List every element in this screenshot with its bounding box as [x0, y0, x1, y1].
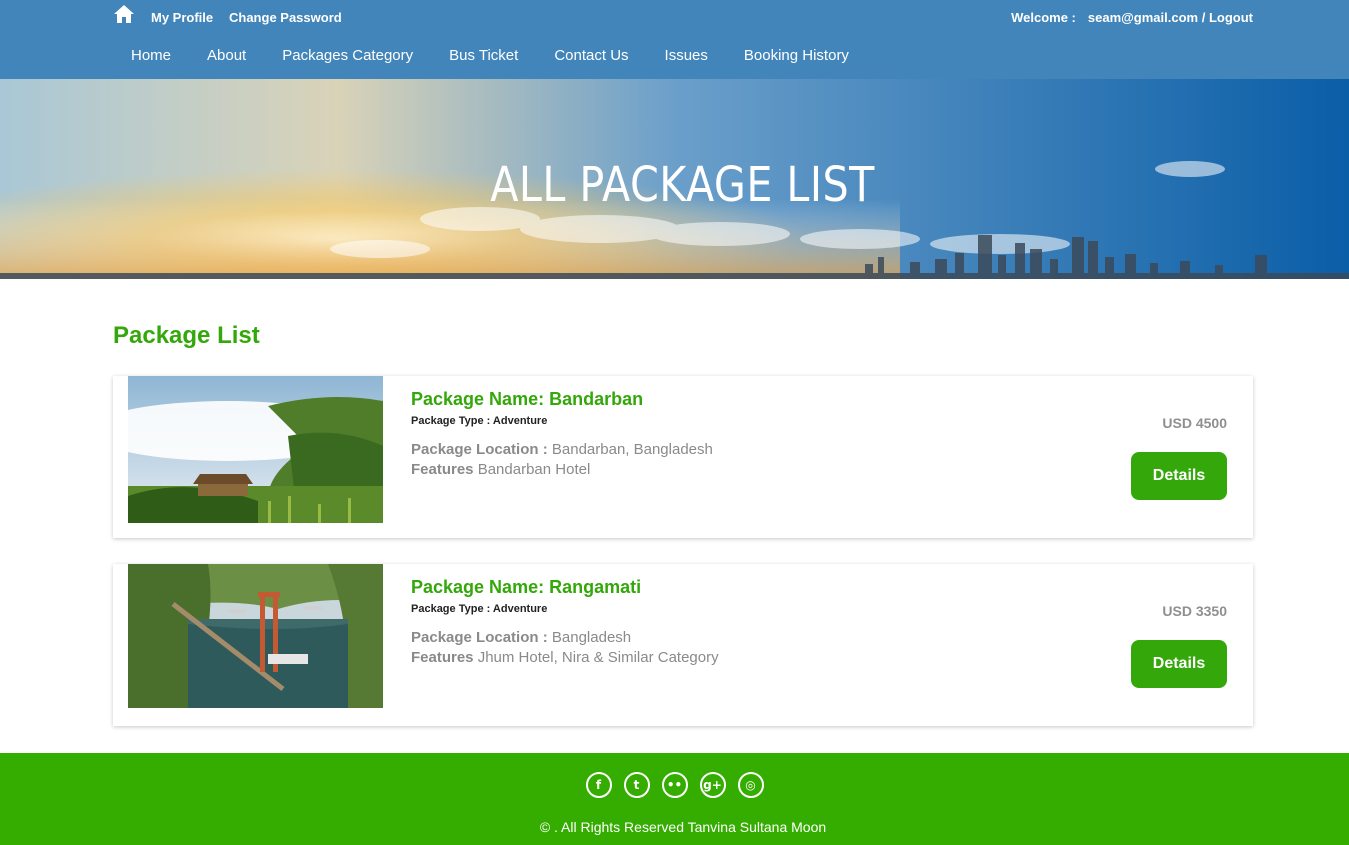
package-features-label: Features [411, 649, 474, 666]
welcome-separator: / [1198, 10, 1209, 25]
nav-item-issues[interactable]: Issues [665, 47, 708, 69]
package-price: USD 3350 [1162, 603, 1227, 619]
package-price: USD 4500 [1162, 415, 1227, 431]
package-location: Package Location : Bangladesh [411, 629, 719, 646]
details-button[interactable]: Details [1131, 640, 1227, 688]
dribbble-icon[interactable]: ◎ [737, 772, 764, 798]
nav-item-contact-us[interactable]: Contact Us [554, 47, 628, 69]
package-card: Package Name: Rangamati Package Type : A… [113, 564, 1253, 726]
package-features-label: Features [411, 461, 474, 478]
welcome-block: Welcome : seam@gmail.com / Logout [1011, 10, 1253, 25]
banner-title: ALL PACKAGE LIST [490, 157, 875, 213]
package-features-value: Jhum Hotel, Nira & Similar Category [477, 649, 719, 666]
google-plus-icon[interactable]: g+ [699, 772, 726, 798]
package-features: Features Bandarban Hotel [411, 461, 713, 478]
welcome-label: Welcome : [1011, 10, 1076, 25]
package-location: Package Location : Bandarban, Bangladesh [411, 441, 713, 458]
nav-item-about[interactable]: About [207, 47, 246, 69]
package-image-bandarban[interactable] [128, 376, 383, 523]
package-details: Package Name: Rangamati Package Type : A… [411, 564, 719, 666]
nav-item-packages-category[interactable]: Packages Category [282, 47, 413, 69]
top-bar: My Profile Change Password Welcome : seam… [113, 0, 1253, 36]
package-image-rangamati[interactable] [128, 564, 383, 708]
social-links: f t •• g+ ◎ [0, 772, 1349, 798]
site-footer: f t •• g+ ◎ © . All Rights Reserved Tanv… [0, 753, 1349, 845]
package-location-value: Bandarban, Bangladesh [551, 441, 713, 458]
package-features-value: Bandarban Hotel [477, 461, 591, 478]
package-type: Package Type : Adventure [411, 415, 548, 427]
package-features: Features Jhum Hotel, Nira & Similar Cate… [411, 649, 719, 666]
package-details: Package Name: Bandarban Package Type : A… [411, 376, 713, 478]
package-name: Package Name: Rangamati [411, 577, 642, 597]
package-card: Package Name: Bandarban Package Type : A… [113, 376, 1253, 538]
twitter-icon[interactable]: t [623, 772, 650, 798]
main-nav: Home About Packages Category Bus Ticket … [113, 47, 867, 69]
package-location-label: Package Location : [411, 441, 548, 458]
nav-item-home[interactable]: Home [131, 47, 171, 69]
nav-item-bus-ticket[interactable]: Bus Ticket [449, 47, 518, 69]
details-button[interactable]: Details [1131, 452, 1227, 500]
package-name: Package Name: Bandarban [411, 389, 644, 409]
page-banner: ALL PACKAGE LIST [0, 79, 1349, 279]
flickr-icon[interactable]: •• [661, 772, 688, 798]
change-password-link[interactable]: Change Password [229, 10, 342, 25]
nav-item-booking-history[interactable]: Booking History [744, 47, 849, 69]
package-location-value: Bangladesh [551, 629, 632, 646]
my-profile-link[interactable]: My Profile [151, 10, 213, 25]
facebook-icon[interactable]: f [585, 772, 612, 798]
copyright-text: © . All Rights Reserved Tanvina Sultana … [539, 819, 827, 835]
home-icon[interactable] [113, 4, 135, 24]
package-location-label: Package Location : [411, 629, 548, 646]
section-title: Package List [113, 322, 260, 349]
user-email-link[interactable]: seam@gmail.com [1088, 10, 1198, 25]
logout-link[interactable]: Logout [1209, 10, 1253, 25]
package-type: Package Type : Adventure [411, 603, 548, 615]
site-header: My Profile Change Password Welcome : seam… [0, 0, 1349, 79]
